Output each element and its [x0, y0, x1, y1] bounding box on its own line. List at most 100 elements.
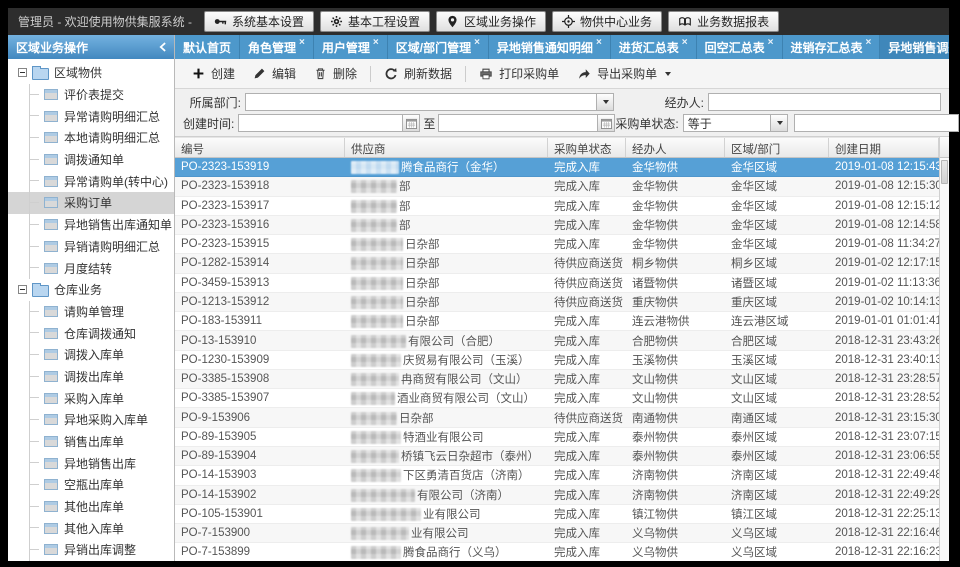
tab[interactable]: 异地销售调整明细×: [880, 35, 949, 59]
column-header[interactable]: 采购单状态: [548, 138, 626, 157]
status-op-select[interactable]: [683, 114, 788, 132]
tree-item[interactable]: 异地销售出库通知单: [8, 214, 174, 236]
column-header[interactable]: 创建日期: [829, 138, 939, 157]
tab[interactable]: 回空汇总表×: [697, 35, 783, 59]
chevron-down-icon[interactable]: [597, 93, 614, 111]
calendar-icon[interactable]: [403, 114, 420, 132]
tree-item[interactable]: 采购入库单: [8, 387, 174, 409]
chevron-down-icon[interactable]: [771, 114, 788, 132]
tree-item[interactable]: 异销请购明细汇总: [8, 236, 174, 258]
topbar-button[interactable]: 基本工程设置: [320, 11, 430, 32]
tree-item[interactable]: 调拨出库单: [8, 366, 174, 388]
toolbar-button[interactable]: 打印采购单: [470, 62, 568, 85]
status-value-input[interactable]: [794, 114, 959, 132]
department-select[interactable]: [245, 93, 614, 111]
tab[interactable]: 异地销售通知明细×: [489, 35, 611, 59]
table-row[interactable]: PO-13-153910有限公司（合肥）完成入库合肥物供合肥区域2018-12-…: [175, 331, 939, 350]
tree-item[interactable]: 采购订单: [8, 192, 174, 214]
close-icon[interactable]: ×: [373, 37, 379, 48]
tree-item[interactable]: 本地请购明细汇总: [8, 127, 174, 149]
tree-item[interactable]: 异销出库调整: [8, 539, 174, 561]
tree-item[interactable]: 月度结转: [8, 257, 174, 279]
toolbar-button[interactable]: 刷新数据: [375, 62, 461, 85]
date-to-field[interactable]: [438, 114, 615, 132]
close-icon[interactable]: ×: [768, 37, 774, 48]
tree-item[interactable]: 空瓶出库单: [8, 474, 174, 496]
tree-folder-label: 仓库业务: [54, 281, 102, 298]
table-row[interactable]: PO-2323-153917部完成入库金华物供金华区域2019-01-08 12…: [175, 197, 939, 216]
table-row[interactable]: PO-3385-153908冉商贸有限公司（文山）完成入库文山物供文山区域201…: [175, 370, 939, 389]
close-icon[interactable]: ×: [866, 37, 872, 48]
toolbar-button[interactable]: 删除: [305, 62, 366, 85]
collapse-toggle-icon[interactable]: [18, 285, 27, 294]
tree-item[interactable]: 异常请购单(转中心): [8, 170, 174, 192]
column-header[interactable]: 供应商: [345, 138, 548, 157]
cell-order-id: PO-2323-153916: [175, 219, 345, 231]
tree-item[interactable]: 仓库调拨通知: [8, 322, 174, 344]
chevron-left-icon[interactable]: [159, 42, 166, 52]
tab[interactable]: 默认首页: [175, 35, 240, 59]
tree-item[interactable]: 其他出库单: [8, 496, 174, 518]
tab[interactable]: 角色管理×: [240, 35, 314, 59]
tree-item[interactable]: 评价表提交: [8, 84, 174, 106]
tree-item[interactable]: 调拨入库单: [8, 344, 174, 366]
tree-folder[interactable]: 区域物供: [8, 62, 174, 84]
table-row[interactable]: PO-105-153901业有限公司完成入库镇江物供镇江区域2018-12-31…: [175, 505, 939, 524]
tree-item[interactable]: 销售出库单: [8, 431, 174, 453]
tab[interactable]: 用户管理×: [314, 35, 388, 59]
tab[interactable]: 进货汇总表×: [611, 35, 697, 59]
column-header[interactable]: 经办人: [626, 138, 725, 157]
table-row[interactable]: PO-2323-153919腾食品商行（金华）完成入库金华物供金华区域2019-…: [175, 158, 939, 177]
date-from-field[interactable]: [238, 114, 420, 132]
close-icon[interactable]: ×: [682, 37, 688, 48]
table-row[interactable]: PO-14-153903下区勇清百货店（济南）完成入库济南物供济南区域2018-…: [175, 466, 939, 485]
date-from-input[interactable]: [238, 114, 403, 132]
status-op-input[interactable]: [683, 114, 771, 132]
topbar-button[interactable]: 区域业务操作: [436, 11, 546, 32]
redacted-blur: [351, 335, 406, 348]
table-row[interactable]: PO-183-153911日杂部完成入库连云港物供连云港区域2019-01-01…: [175, 312, 939, 331]
tree-item[interactable]: 异地销售出库: [8, 452, 174, 474]
close-icon[interactable]: ×: [299, 37, 305, 48]
toolbar-button[interactable]: 导出采购单: [568, 62, 680, 85]
department-input[interactable]: [245, 93, 597, 111]
table-row[interactable]: PO-14-153902有限公司（济南）完成入库济南物供济南区域2018-12-…: [175, 486, 939, 505]
scrollbar-thumb[interactable]: [941, 160, 948, 184]
vertical-scrollbar[interactable]: [939, 137, 949, 561]
date-to-input[interactable]: [438, 114, 598, 132]
tree-folder[interactable]: 仓库业务: [8, 279, 174, 301]
operator-input[interactable]: [708, 93, 941, 111]
tree-item[interactable]: 异地采购入库单: [8, 409, 174, 431]
tree-item[interactable]: 异常请购明细汇总: [8, 105, 174, 127]
table-row[interactable]: PO-1213-153912日杂部待供应商送货重庆物供重庆区域2019-01-0…: [175, 293, 939, 312]
table-row[interactable]: PO-2323-153918部完成入库金华物供金华区域2019-01-08 12…: [175, 177, 939, 196]
calendar-icon[interactable]: [598, 114, 615, 132]
toolbar-button[interactable]: 创建: [183, 62, 244, 85]
table-row[interactable]: PO-1230-153909庆贸易有限公司（玉溪）完成入库玉溪物供玉溪区域201…: [175, 351, 939, 370]
collapse-toggle-icon[interactable]: [18, 68, 27, 77]
topbar-button[interactable]: 业务数据报表: [668, 11, 779, 32]
table-row[interactable]: PO-2323-153915日杂部完成入库金华物供金华区域2019-01-08 …: [175, 235, 939, 254]
tab[interactable]: 区域/部门管理×: [388, 35, 489, 59]
close-icon[interactable]: ×: [596, 37, 602, 48]
topbar-button[interactable]: 物供中心业务: [552, 11, 662, 32]
tab[interactable]: 进销存汇总表×: [783, 35, 881, 59]
table-row[interactable]: PO-9-153906日杂部待供应商送货南通物供南通区域2018-12-31 2…: [175, 408, 939, 427]
column-header[interactable]: 区域/部门: [725, 138, 829, 157]
table-row[interactable]: PO-89-153904桥镇飞云日杂超市（泰州）完成入库泰州物供泰州区域2018…: [175, 447, 939, 466]
table-row[interactable]: PO-7-153900业有限公司完成入库义乌物供义乌区域2018-12-31 2…: [175, 524, 939, 543]
tree-item[interactable]: 请购单管理: [8, 301, 174, 323]
table-row[interactable]: PO-3459-153913日杂部待供应商送货诸暨物供诸暨区域2019-01-0…: [175, 274, 939, 293]
column-header[interactable]: 编号: [175, 138, 345, 157]
table-row[interactable]: PO-1282-153914日杂部待供应商送货桐乡物供桐乡区域2019-01-0…: [175, 254, 939, 273]
table-row[interactable]: PO-3385-153907酒业商贸有限公司（文山）完成入库文山物供文山区域20…: [175, 389, 939, 408]
close-icon[interactable]: ×: [474, 37, 480, 48]
table-row[interactable]: PO-89-153905特酒业有限公司完成入库泰州物供泰州区域2018-12-3…: [175, 428, 939, 447]
document-icon: [44, 544, 58, 555]
tree-item[interactable]: 其他入库单: [8, 517, 174, 539]
table-row[interactable]: PO-2323-153916部完成入库金华物供金华区域2019-01-08 12…: [175, 216, 939, 235]
table-row[interactable]: PO-7-153899腾食品商行（义乌）完成入库义乌物供义乌区域2018-12-…: [175, 543, 939, 561]
toolbar-button[interactable]: 编辑: [244, 62, 305, 85]
topbar-button[interactable]: 系统基本设置: [204, 11, 314, 32]
tree-item[interactable]: 调拨通知单: [8, 149, 174, 171]
